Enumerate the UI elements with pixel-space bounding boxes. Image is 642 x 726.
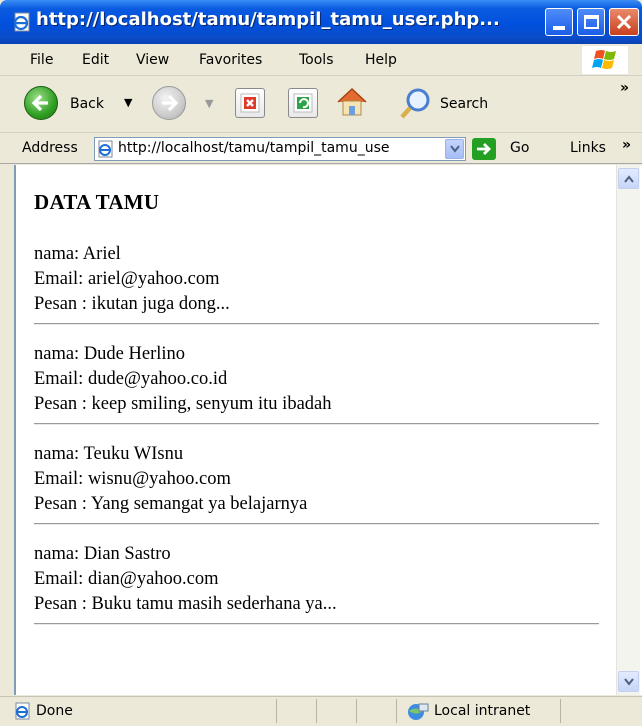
entry-divider [34,323,599,325]
maximize-icon [584,15,599,29]
back-dropdown-icon[interactable]: ▼ [124,96,132,109]
status-divider [356,699,357,723]
entry-email: Email: dude@yahoo.co.id [34,369,228,389]
guest-entry: nama: Dude Herlino Email: dude@yahoo.co.… [34,342,599,425]
refresh-button[interactable] [288,88,318,118]
address-dropdown-button[interactable] [445,139,464,159]
ie-page-icon [13,12,30,32]
stop-button[interactable] [235,88,265,118]
entry-nama: nama: Ariel [34,244,121,264]
entry-pesan: Pesan : Buku tamu masih sederhana ya... [34,594,337,614]
scroll-down-button[interactable] [618,671,639,692]
status-divider [276,699,277,723]
local-intranet-icon [408,703,429,720]
home-icon[interactable] [334,84,370,120]
entry-pesan: Pesan : keep smiling, senyum itu ibadah [34,394,332,414]
menu-help[interactable]: Help [365,52,397,68]
back-icon [31,94,48,112]
entry-email: Email: dian@yahoo.com [34,569,219,589]
page-title: DATA TAMU [34,190,160,214]
entry-nama: nama: Dian Sastro [34,544,171,564]
search-icon[interactable] [398,86,434,122]
back-label[interactable]: Back [70,96,104,112]
close-icon [616,14,632,30]
address-url[interactable]: http://localhost/tamu/tampil_tamu_use [118,140,436,158]
guest-entry: nama: Ariel Email: ariel@yahoo.com Pesan… [34,242,599,325]
toolbar-overflow-icon[interactable]: » [620,80,629,96]
status-divider [396,699,397,723]
forward-icon [162,94,179,112]
go-button[interactable] [472,138,496,160]
status-bar [0,696,642,726]
go-label[interactable]: Go [510,140,529,156]
menu-favorites[interactable]: Favorites [199,52,262,68]
menu-file[interactable]: File [30,52,53,68]
refresh-icon [293,93,313,113]
address-label: Address [22,140,78,156]
scroll-up-button[interactable] [618,168,639,189]
entry-pesan: Pesan : ikutan juga dong... [34,294,230,314]
menu-view[interactable]: View [136,52,169,68]
status-text: Done [36,703,73,719]
maximize-button[interactable] [577,8,605,36]
windows-logo-icon [582,46,628,74]
entry-divider [34,523,599,525]
entry-nama: nama: Dude Herlino [34,344,186,364]
entry-divider [34,623,599,625]
forward-button[interactable] [152,86,186,120]
menu-tools[interactable]: Tools [299,52,334,68]
guest-entry: nama: Dian Sastro Email: dian@yahoo.com … [34,542,599,625]
menu-edit[interactable]: Edit [82,52,109,68]
chevron-up-icon [624,175,634,183]
links-overflow-icon[interactable]: » [622,137,631,153]
back-button[interactable] [24,86,58,120]
forward-dropdown-icon[interactable]: ▼ [205,97,213,110]
search-label[interactable]: Search [440,96,488,112]
status-divider [316,699,317,723]
guest-entry: nama: Teuku WIsnu Email: wisnu@yahoo.com… [34,442,599,525]
ie-page-icon-small [98,140,113,158]
entry-divider [34,423,599,425]
close-button[interactable] [609,8,639,36]
entry-email: Email: wisnu@yahoo.com [34,469,231,489]
chevron-down-icon [624,678,634,686]
go-arrow-icon [477,143,491,155]
ie-page-icon-status [15,702,30,720]
vertical-scrollbar[interactable] [616,165,640,695]
entry-pesan: Pesan : Yang semangat ya belajarnya [34,494,308,514]
entry-nama: nama: Teuku WIsnu [34,444,184,464]
minimize-icon [553,26,565,30]
minimize-button[interactable] [545,8,573,36]
chevron-down-icon [450,145,460,153]
status-divider [560,699,561,723]
stop-icon [240,93,260,113]
window-title: http://localhost/tamu/tampil_tamu_user.p… [36,9,500,30]
entry-email: Email: ariel@yahoo.com [34,269,220,289]
security-zone-label: Local intranet [434,703,531,719]
links-label[interactable]: Links [570,140,606,156]
